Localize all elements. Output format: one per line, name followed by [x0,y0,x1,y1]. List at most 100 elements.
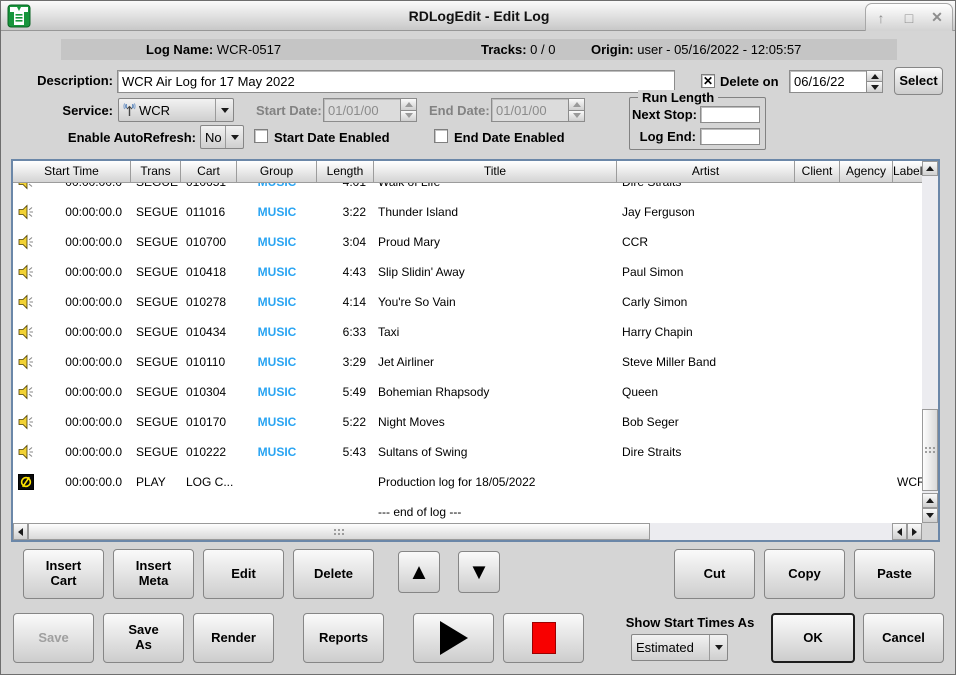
column-header-client[interactable]: Client [795,161,840,183]
horizontal-scrollbar[interactable] [13,523,922,540]
log-row[interactable]: 00:00:00.0 SEGUE 010304 MUSIC 5:49 Bohem… [13,377,922,407]
reports-button[interactable]: Reports [303,613,384,663]
spin-down-icon [405,113,413,118]
log-row[interactable]: 00:00:00.0 SEGUE 010418 MUSIC 4:43 Slip … [13,257,922,287]
copy-button[interactable]: Copy [764,549,845,599]
stop-button[interactable] [503,613,584,663]
shade-window-icon[interactable]: ↑ [872,10,890,26]
autorefresh-combobox[interactable]: No [200,125,244,149]
play-button[interactable] [413,613,494,663]
description-input[interactable] [117,70,675,93]
log-row[interactable]: --- end of log --- [13,497,922,523]
play-icon [440,621,468,655]
log-row[interactable]: 00:00:00.0 SEGUE 010651 MUSIC 4:01 Walk … [13,183,922,197]
end-date-enabled-checkbox[interactable] [434,129,448,143]
column-header-group[interactable]: Group [237,161,317,183]
column-header-length[interactable]: Length [317,161,374,183]
ok-button[interactable]: OK [771,613,855,663]
column-header-trans[interactable]: Trans [131,161,181,183]
client-cell [795,467,840,497]
show-start-times-label: Show Start Times As [609,615,771,630]
delete-on-checkbox[interactable] [701,74,715,88]
start-time-value: 00:00:00.0 [65,325,122,339]
label-cell [893,347,922,377]
column-header-artist[interactable]: Artist [617,161,795,183]
service-combo-arrow[interactable] [215,99,233,121]
start-times-value: Estimated [632,640,709,655]
trans-cell: SEGUE [131,197,181,227]
tracks-group: Tracks: 0 / 0 [481,39,555,60]
spin-up-icon [573,102,581,107]
log-end-input [700,128,760,145]
service-combobox[interactable]: WCR [118,98,234,122]
speaker-icon [18,354,34,370]
horizontal-scrollbar-track[interactable] [650,523,892,540]
render-button[interactable]: Render [193,613,274,663]
maximize-window-icon[interactable]: □ [900,10,918,26]
paste-button[interactable]: Paste [854,549,935,599]
log-row[interactable]: 00:00:00.0 SEGUE 010434 MUSIC 6:33 Taxi … [13,317,922,347]
tracks-label: Tracks: [481,42,527,57]
cut-button[interactable]: Cut [674,549,755,599]
log-table-header: Start Time Trans Cart Group Length Title… [13,161,922,183]
column-header-label[interactable]: Label [893,161,922,183]
move-up-button[interactable]: ▲ [398,551,440,593]
scroll-up-button[interactable] [922,161,938,176]
scroll-up-button-secondary[interactable] [922,493,938,508]
column-header-agency[interactable]: Agency [840,161,893,183]
select-date-button[interactable]: Select [894,67,943,95]
log-row[interactable]: 00:00:00.0 PLAY LOG C... Production log … [13,467,922,497]
spin-up-button[interactable] [866,70,883,82]
artist-cell: Paul Simon [617,257,795,287]
length-cell: 3:22 [317,197,374,227]
group-cell: MUSIC [237,317,317,347]
save-as-button[interactable]: Save As [103,613,184,663]
start-date-enabled-checkbox[interactable] [254,129,268,143]
title-bar[interactable]: RDLogEdit - Edit Log ↑ □ ✕ [1,1,956,31]
down-arrow-icon: ▼ [468,561,490,583]
log-row[interactable]: 00:00:00.0 SEGUE 010222 MUSIC 5:43 Sulta… [13,437,922,467]
log-row[interactable]: 00:00:00.0 SEGUE 010110 MUSIC 3:29 Jet A… [13,347,922,377]
client-cell [795,183,840,197]
horizontal-scrollbar-thumb[interactable] [28,523,650,540]
scroll-down-button[interactable] [922,508,938,523]
trans-cell: SEGUE [131,183,181,197]
description-label: Description: [31,73,113,88]
scroll-left-button-secondary[interactable] [892,523,907,540]
column-header-cart[interactable]: Cart [181,161,237,183]
scroll-left-button[interactable] [13,523,28,540]
scroll-right-button[interactable] [907,523,922,540]
log-row[interactable]: 00:00:00.0 SEGUE 010170 MUSIC 5:22 Night… [13,407,922,437]
move-down-button[interactable]: ▼ [458,551,500,593]
column-header-title[interactable]: Title [374,161,617,183]
title-cell: Production log for 18/05/2022 [374,467,617,497]
insert-cart-button[interactable]: Insert Cart [23,549,104,599]
edit-button[interactable]: Edit [203,549,284,599]
log-row[interactable]: 00:00:00.0 SEGUE 011016 MUSIC 3:22 Thund… [13,197,922,227]
autorefresh-combo-arrow[interactable] [225,126,243,148]
close-window-icon[interactable]: ✕ [928,9,946,26]
delete-date-input[interactable] [789,70,867,93]
artist-cell: Bob Seger [617,407,795,437]
cart-cell: 010434 [181,317,237,347]
label-cell [893,497,922,523]
title-cell: Taxi [374,317,617,347]
trans-cell: SEGUE [131,437,181,467]
spin-down-button[interactable] [866,82,883,93]
log-row[interactable]: 00:00:00.0 SEGUE 010278 MUSIC 4:14 You'r… [13,287,922,317]
delete-button[interactable]: Delete [293,549,374,599]
column-header-start-time[interactable]: Start Time [13,161,131,183]
cart-cell: 010278 [181,287,237,317]
group-cell: MUSIC [237,183,317,197]
cancel-button[interactable]: Cancel [863,613,944,663]
start-times-combo-arrow[interactable] [709,635,727,660]
vertical-scrollbar-thumb[interactable] [922,409,938,491]
insert-meta-button[interactable]: Insert Meta [113,549,194,599]
label-cell [893,317,922,347]
log-row[interactable]: 00:00:00.0 SEGUE 010700 MUSIC 3:04 Proud… [13,227,922,257]
length-cell: 5:49 [317,377,374,407]
start-times-combobox[interactable]: Estimated [631,634,728,661]
speaker-icon [18,324,34,340]
row-type-icon [18,444,34,460]
vertical-scrollbar[interactable] [922,161,938,523]
